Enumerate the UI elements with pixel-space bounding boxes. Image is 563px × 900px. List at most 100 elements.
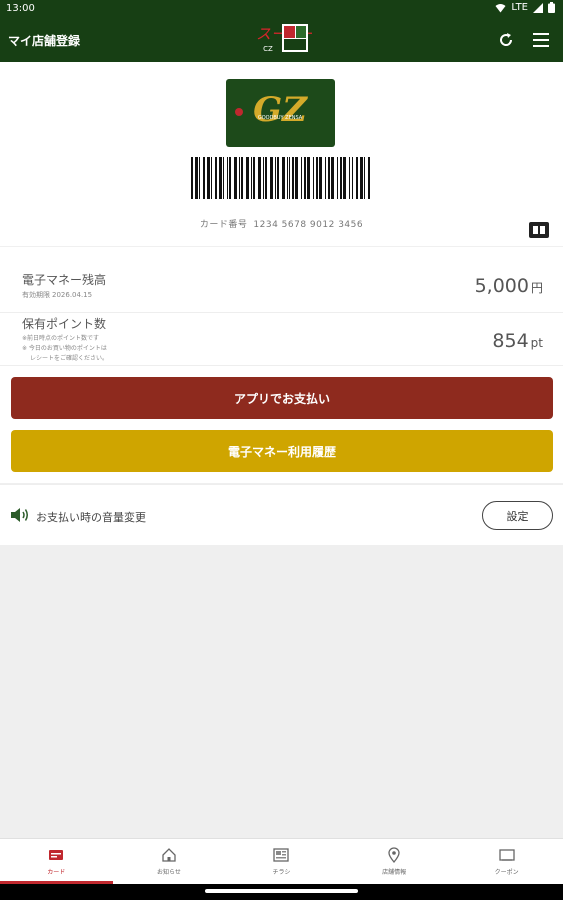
status-bar: 13:00 LTE <box>0 0 563 18</box>
barcode-bar <box>223 157 224 199</box>
barcode-bar <box>352 157 353 199</box>
status-icons: LTE <box>495 2 555 13</box>
points-value: 854 <box>492 330 529 352</box>
points-note: レシートをご確認ください。 <box>30 355 109 362</box>
barcode-bar <box>211 157 212 199</box>
barcode-bar <box>239 157 240 199</box>
bottom-navigation: カード お知らせ チラシ 店舗情報 クーポン <box>0 838 563 884</box>
home-icon <box>162 848 176 862</box>
nav-news[interactable]: お知らせ <box>113 839 226 884</box>
points-balance: 保有ポイント数 ※前日時点のポイント数です ※ 今日のお買い物のポイントは レシ… <box>0 312 563 365</box>
barcode-bar <box>282 157 285 199</box>
action-buttons: アプリでお支払い 電子マネー利用履歴 <box>0 365 563 483</box>
speaker-icon <box>11 508 28 522</box>
nav-label: クーポン <box>494 869 519 876</box>
barcode-bar <box>219 157 222 199</box>
barcode-bar <box>292 157 294 199</box>
svg-text:GOODBUY ZENSA: GOODBUY ZENSA <box>258 115 303 121</box>
card-number-label: カード番号 <box>199 220 248 230</box>
points-label: 保有ポイント数 <box>22 317 107 331</box>
volume-label: お支払い時の音量変更 <box>36 511 146 524</box>
points-note: ※ 今日のお買い物のポイントは <box>22 345 107 352</box>
flyer-icon <box>273 848 290 862</box>
member-card: GZ GOODBUY ZENSA カード番号 1234 5678 9012 345… <box>0 62 563 246</box>
wifi-icon <box>495 3 506 12</box>
barcode-bar <box>340 157 342 199</box>
nav-coupon[interactable]: クーポン <box>450 839 563 884</box>
my-store-title[interactable]: マイ店舗登録 <box>8 32 80 49</box>
svg-text:CZ: CZ <box>263 45 273 53</box>
expiry-date: 2026.04.15 <box>52 291 93 299</box>
barcode-bar <box>325 157 326 199</box>
barcode-bar <box>287 157 288 199</box>
barcode-bar <box>319 157 322 199</box>
card-number-value: 1234 5678 9012 3456 <box>253 220 364 230</box>
barcode-bar <box>295 157 298 199</box>
e-money-history-button[interactable]: 電子マネー利用履歴 <box>11 430 553 472</box>
card-icon <box>49 850 64 860</box>
balance-value: 5,000 <box>474 275 529 297</box>
barcode-bar <box>191 157 193 199</box>
barcode-bar <box>343 157 346 199</box>
expiry-label: 有効期限 <box>22 291 50 299</box>
app-bar: マイ店舗登録 スーパー CZ <box>0 18 563 62</box>
points-amount: 854 pt <box>492 330 543 352</box>
barcode-bar <box>207 157 210 199</box>
barcode-bar <box>331 157 334 199</box>
brand-logo: スーパー CZ <box>256 24 312 53</box>
status-time: 13:00 <box>6 3 35 14</box>
barcode-bar <box>251 157 252 199</box>
points-note: ※前日時点のポイント数です <box>22 335 100 342</box>
balance-amount: 5,000 円 <box>475 275 543 297</box>
barcode-bar <box>265 157 267 199</box>
nav-label: チラシ <box>272 869 291 876</box>
hamburger-menu-icon[interactable] <box>530 30 552 50</box>
balance-label: 電子マネー残高 <box>22 273 107 287</box>
payment-volume-setting: お支払い時の音量変更 設定 <box>0 484 563 545</box>
barcode-bar <box>313 157 314 199</box>
card-barcode <box>191 157 370 199</box>
map-pin-icon <box>388 847 400 863</box>
barcode-bar <box>304 157 306 199</box>
network-label: LTE <box>511 2 528 13</box>
card-number: カード番号 1234 5678 9012 3456 <box>0 217 563 230</box>
card-image: GZ GOODBUY ZENSA <box>226 79 335 147</box>
barcode-bar <box>356 157 358 199</box>
nav-card[interactable]: カード <box>0 839 113 884</box>
barcode-bar <box>229 157 231 199</box>
nav-label: 店舗情報 <box>382 869 407 876</box>
barcode-bar <box>307 157 310 199</box>
nav-flyer[interactable]: チラシ <box>225 839 338 884</box>
balance-expiry: 有効期限 2026.04.15 <box>22 290 92 300</box>
barcode-bar <box>360 157 363 199</box>
card-switch-icon[interactable] <box>529 222 549 238</box>
barcode-bar <box>234 157 237 199</box>
e-money-balance: 電子マネー残高 有効期限 2026.04.15 5,000 円 <box>0 246 563 312</box>
nav-label: お知らせ <box>156 869 181 876</box>
barcode-bar <box>364 157 365 199</box>
nav-label: カード <box>47 869 66 876</box>
nav-store-info[interactable]: 店舗情報 <box>338 839 451 884</box>
refresh-icon[interactable] <box>496 30 516 50</box>
barcode-bar <box>203 157 205 199</box>
barcode-bar <box>199 157 200 199</box>
barcode-bar <box>227 157 228 199</box>
home-gesture-handle[interactable] <box>205 889 358 893</box>
battery-icon <box>548 2 555 13</box>
barcode-bar <box>270 157 273 199</box>
barcode-bar <box>195 157 198 199</box>
barcode-bar <box>215 157 217 199</box>
barcode-bar <box>246 157 249 199</box>
barcode-bar <box>277 157 279 199</box>
barcode-bar <box>275 157 276 199</box>
barcode-bar <box>328 157 330 199</box>
barcode-bar <box>289 157 290 199</box>
points-unit: pt <box>530 336 543 350</box>
barcode-bar <box>263 157 264 199</box>
app-pay-button[interactable]: アプリでお支払い <box>11 377 553 419</box>
barcode-bar <box>349 157 350 199</box>
volume-settings-button[interactable]: 設定 <box>482 501 553 530</box>
signal-icon <box>533 2 543 13</box>
barcode-bar <box>301 157 302 199</box>
barcode-bar <box>316 157 318 199</box>
